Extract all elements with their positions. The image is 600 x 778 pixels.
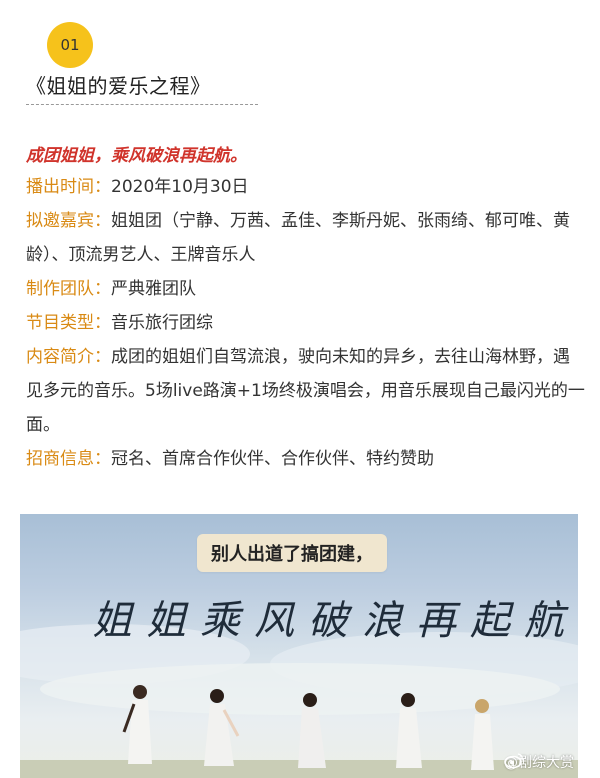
info-row-summary: 内容简介：成团的姐姐们自驾流浪，驶向未知的异乡，去往山海林野，遇见多元的音乐。5…	[26, 340, 586, 442]
section-title: 《姐姐的爱乐之程》	[26, 74, 211, 98]
figure-5	[471, 699, 494, 770]
info-label: 节目类型：	[26, 313, 111, 333]
info-row-airtime: 播出时间：2020年10月30日	[26, 170, 586, 204]
info-value: 2020年10月30日	[111, 177, 249, 197]
info-label: 制作团队：	[26, 279, 111, 299]
info-row-guests: 拟邀嘉宾：姐姐团（宁静、万茜、孟佳、李斯丹妮、张雨绮、郁可唯、黄龄）、顶流男艺人…	[26, 204, 586, 272]
poster-caption: 别人出道了搞团建，	[197, 534, 387, 572]
info-label: 播出时间：	[26, 177, 111, 197]
info-value: 严典雅团队	[111, 279, 196, 299]
poster-image: 别人出道了搞团建， 姐姐乘风破浪再起航 @剧综大赏	[20, 514, 578, 778]
section-number-badge: 01	[47, 22, 93, 68]
info-value: 冠名、首席合作伙伴、合作伙伴、特约赞助	[111, 449, 434, 469]
info-list: 播出时间：2020年10月30日 拟邀嘉宾：姐姐团（宁静、万茜、孟佳、李斯丹妮、…	[26, 170, 586, 476]
info-label: 拟邀嘉宾：	[26, 211, 111, 231]
weibo-icon	[504, 753, 523, 768]
poster-headline: 姐姐乘风破浪再起航	[92, 598, 578, 644]
info-value: 音乐旅行团综	[111, 313, 213, 333]
info-row-type: 节目类型：音乐旅行团综	[26, 306, 586, 340]
title-divider	[26, 104, 258, 105]
section-number: 01	[60, 36, 80, 54]
info-row-sponsorship: 招商信息：冠名、首席合作伙伴、合作伙伴、特约赞助	[26, 442, 586, 476]
watermark: @剧综大赏	[504, 752, 574, 772]
info-label: 内容简介：	[26, 347, 111, 367]
slogan: 成团姐姐，乘风破浪再起航。	[26, 146, 247, 166]
info-label: 招商信息：	[26, 449, 111, 469]
info-row-team: 制作团队：严典雅团队	[26, 272, 586, 306]
